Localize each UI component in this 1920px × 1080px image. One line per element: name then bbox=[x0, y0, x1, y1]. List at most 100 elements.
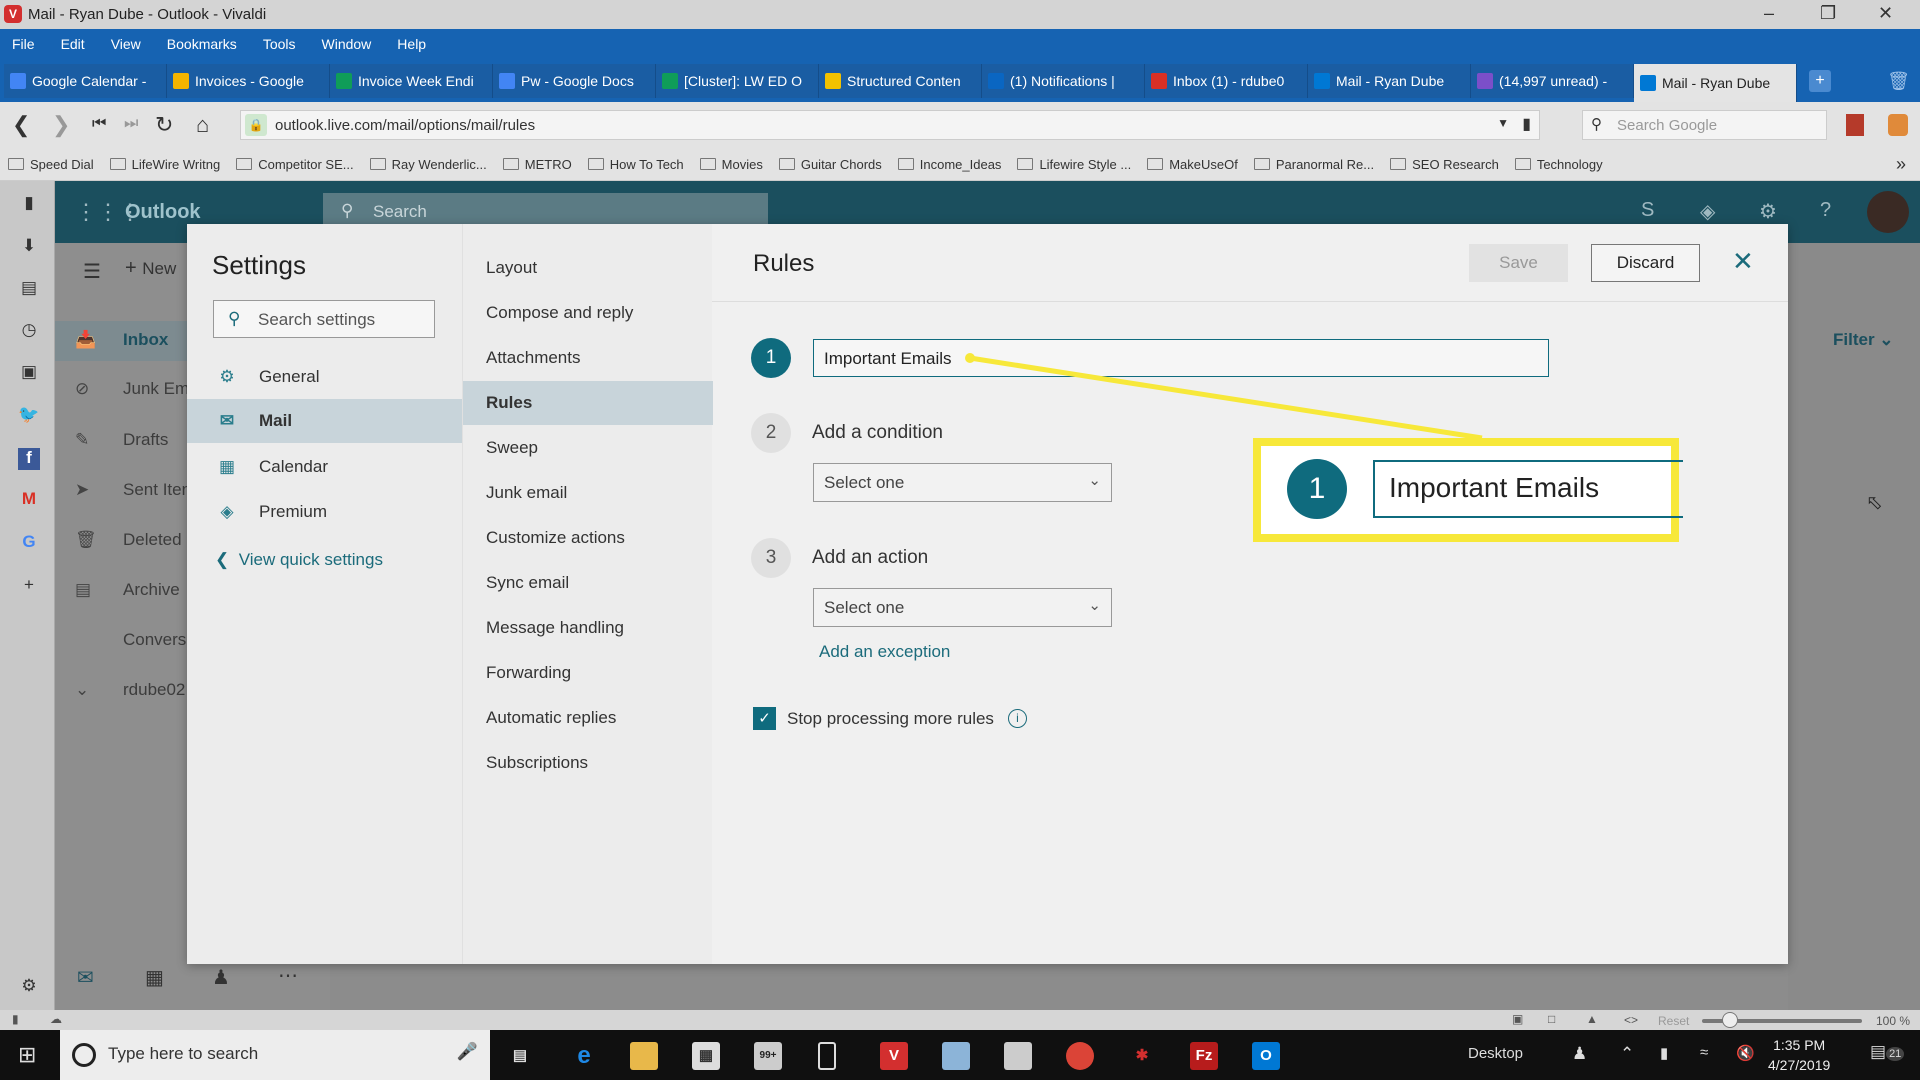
tab-8[interactable]: Mail - Ryan Dube bbox=[1308, 64, 1471, 98]
folder-item[interactable]: Drafts bbox=[123, 430, 168, 450]
url-field[interactable]: 🔒 outlook.live.com/mail/options/mail/rul… bbox=[240, 110, 1540, 140]
folder-item[interactable]: Inbox bbox=[123, 330, 168, 350]
sync-cloud-icon[interactable]: ☁ bbox=[50, 1012, 62, 1026]
app-icon[interactable] bbox=[1004, 1042, 1032, 1070]
bookmark-item[interactable]: Competitor SE... bbox=[236, 157, 354, 172]
bookmark-item[interactable]: METRO bbox=[502, 157, 572, 172]
tab-6[interactable]: (1) Notifications | bbox=[982, 64, 1145, 98]
folder-item[interactable]: Convers bbox=[123, 630, 186, 650]
url-dropdown-icon[interactable]: ▼ bbox=[1497, 116, 1509, 130]
phone-icon[interactable] bbox=[818, 1042, 836, 1070]
outlook-taskbar-icon[interactable]: O bbox=[1252, 1042, 1280, 1070]
taskbar-search[interactable]: Type here to search 🎤 bbox=[60, 1030, 490, 1080]
mail-app-icon[interactable]: 99+ bbox=[754, 1042, 782, 1070]
mail-nav-icon[interactable]: ✉ bbox=[77, 965, 94, 990]
bookmark-item[interactable]: Ray Wenderlic... bbox=[369, 157, 487, 172]
bookmarks-overflow-icon[interactable]: » bbox=[1896, 154, 1906, 175]
mail-section-item[interactable]: Automatic replies bbox=[463, 696, 713, 740]
store-icon[interactable]: ▦ bbox=[692, 1042, 720, 1070]
rewind-icon[interactable]: ⏮ bbox=[92, 115, 106, 133]
bookmark-item[interactable]: Guitar Chords bbox=[778, 157, 882, 172]
desktop-toolbar-label[interactable]: Desktop bbox=[1468, 1045, 1523, 1062]
tab-3[interactable]: Pw - Google Docs bbox=[493, 64, 656, 98]
twitter-icon[interactable]: 🐦 bbox=[18, 405, 40, 427]
tab-10[interactable]: Mail - Ryan Dube bbox=[1634, 64, 1797, 102]
settings-category-premium[interactable]: ◈ Premium bbox=[187, 490, 462, 534]
extension-avatar-icon[interactable] bbox=[1888, 114, 1908, 136]
capture-icon[interactable]: ▣ bbox=[1512, 1012, 1523, 1026]
microphone-icon[interactable]: 🎤 bbox=[457, 1042, 478, 1062]
minimize-icon[interactable]: – bbox=[1764, 3, 1774, 24]
task-view-icon[interactable]: ▤ bbox=[506, 1042, 534, 1070]
extension-icon[interactable] bbox=[1846, 114, 1864, 136]
images-icon[interactable]: ▲ bbox=[1586, 1012, 1598, 1026]
zoom-reset-button[interactable]: Reset bbox=[1658, 1014, 1689, 1028]
tab-1[interactable]: Invoices - Google bbox=[167, 64, 330, 98]
edge-icon[interactable]: e bbox=[570, 1042, 598, 1070]
bookmark-item[interactable]: MakeUseOf bbox=[1147, 157, 1238, 172]
settings-gear-icon[interactable]: ⚙ bbox=[18, 976, 40, 998]
battery-icon[interactable]: ▮ bbox=[1660, 1044, 1668, 1062]
mail-section-item[interactable]: Customize actions bbox=[463, 516, 713, 560]
show-hidden-icons[interactable]: ⌃ bbox=[1620, 1044, 1634, 1064]
more-nav-icon[interactable]: ⋯ bbox=[278, 963, 298, 988]
close-window-icon[interactable]: ✕ bbox=[1878, 3, 1893, 24]
facebook-icon[interactable]: f bbox=[18, 448, 40, 470]
calendar-nav-icon[interactable]: ▦ bbox=[145, 965, 164, 990]
settings-icon[interactable]: ⚙ bbox=[1759, 199, 1777, 224]
panel-toggle-icon[interactable]: ▮ bbox=[12, 1012, 19, 1026]
back-icon[interactable]: ❮ bbox=[12, 112, 30, 138]
folder-item[interactable]: Sent Iten bbox=[123, 480, 191, 500]
bookmark-item[interactable]: Movies bbox=[699, 157, 763, 172]
google-icon[interactable]: G bbox=[18, 532, 40, 554]
reload-icon[interactable]: ↻ bbox=[155, 112, 173, 138]
bookmark-item[interactable]: Speed Dial bbox=[8, 157, 94, 172]
action-center-icon[interactable]: ▤ 21 bbox=[1870, 1042, 1905, 1062]
bookmark-item[interactable]: Income_Ideas bbox=[897, 157, 1001, 172]
mail-section-item[interactable]: Junk email bbox=[463, 471, 713, 515]
notes-panel-icon[interactable]: ▤ bbox=[18, 278, 40, 300]
save-button[interactable]: Save bbox=[1469, 244, 1568, 282]
mail-section-item[interactable]: Rules bbox=[463, 381, 713, 425]
condition-select[interactable]: Select one ⌄ bbox=[813, 463, 1112, 502]
app-icon[interactable] bbox=[942, 1042, 970, 1070]
menu-edit[interactable]: Edit bbox=[61, 36, 85, 52]
new-tab-icon[interactable]: + bbox=[1809, 70, 1831, 92]
people-nav-icon[interactable]: ♟ bbox=[212, 965, 230, 990]
page-actions-icon[interactable]: <> bbox=[1624, 1013, 1638, 1027]
filezilla-icon[interactable]: Fz bbox=[1190, 1042, 1218, 1070]
settings-category-calendar[interactable]: ▦ Calendar bbox=[187, 445, 462, 489]
mail-section-item[interactable]: Compose and reply bbox=[463, 291, 713, 335]
restore-icon[interactable]: ❐ bbox=[1820, 3, 1836, 24]
folder-item[interactable]: Deleted bbox=[123, 530, 182, 550]
bookmark-item[interactable]: Paranormal Re... bbox=[1253, 157, 1374, 172]
stop-processing-checkbox[interactable]: ✓ bbox=[753, 707, 776, 730]
folder-item[interactable]: Archive bbox=[123, 580, 180, 600]
tab-9[interactable]: (14,997 unread) - bbox=[1471, 64, 1634, 98]
rule-name-input[interactable]: Important Emails bbox=[813, 339, 1549, 377]
settings-category-general[interactable]: ⚙ General bbox=[187, 355, 462, 399]
file-explorer-icon[interactable] bbox=[630, 1042, 658, 1070]
folder-item[interactable]: Junk Em bbox=[123, 379, 189, 399]
bookmark-item[interactable]: Lifewire Style ... bbox=[1017, 157, 1131, 172]
chrome-icon[interactable] bbox=[1066, 1042, 1094, 1070]
bookmark-item[interactable]: SEO Research bbox=[1390, 157, 1499, 172]
app-icon[interactable]: ✱ bbox=[1128, 1042, 1156, 1070]
tab-0[interactable]: Google Calendar - bbox=[4, 64, 167, 98]
view-quick-settings-link[interactable]: ❮ View quick settings bbox=[215, 550, 383, 570]
bookmark-item[interactable]: LifeWire Writng bbox=[109, 157, 220, 172]
outlook-brand[interactable]: Outlook bbox=[125, 201, 201, 224]
forward-icon[interactable]: ❯ bbox=[52, 112, 70, 138]
volume-muted-icon[interactable]: 🔇 bbox=[1736, 1044, 1755, 1062]
trash-icon[interactable]: 🗑 bbox=[1887, 71, 1920, 92]
windows-start-icon[interactable]: ⊞ bbox=[18, 1042, 36, 1068]
mail-section-item[interactable]: Layout bbox=[463, 246, 713, 290]
menu-view[interactable]: View bbox=[111, 36, 141, 52]
tab-5[interactable]: Structured Conten bbox=[819, 64, 982, 98]
mail-section-item[interactable]: Subscriptions bbox=[463, 741, 713, 785]
menu-window[interactable]: Window bbox=[322, 36, 372, 52]
tab-7[interactable]: Inbox (1) - rdube0 bbox=[1145, 64, 1308, 98]
wifi-icon[interactable]: ≈ bbox=[1700, 1044, 1708, 1061]
fast-forward-icon[interactable]: ⏭ bbox=[124, 115, 138, 133]
info-icon[interactable]: i bbox=[1008, 709, 1027, 728]
